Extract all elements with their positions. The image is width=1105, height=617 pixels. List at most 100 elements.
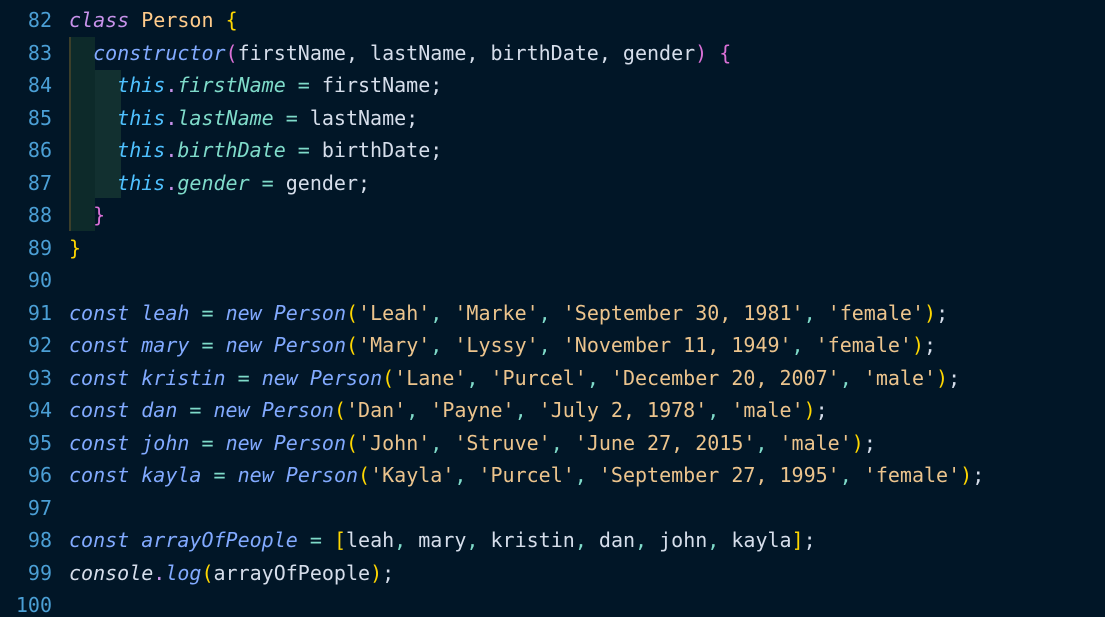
code-token: arrayOfPeople	[141, 528, 298, 552]
code-token: =	[189, 300, 226, 325]
code-token: mary	[141, 333, 190, 357]
code-token: 'Payne'	[430, 398, 515, 422]
code-token: ,	[707, 398, 732, 422]
code-token: new	[261, 365, 298, 390]
code-token: ,	[466, 528, 491, 552]
code-token: this	[117, 105, 166, 130]
code-line[interactable]: 84 this.firstName = firstName;	[0, 69, 1105, 101]
code-token: {	[719, 40, 732, 65]
code-token: [	[333, 528, 346, 552]
code-token: 'female'	[815, 333, 912, 357]
code-line[interactable]: 95 const john = new Person('John', 'Struv…	[0, 427, 1105, 459]
code-text: const mary = new Person('Mary', 'Lyssy',…	[69, 329, 936, 361]
code-token: firstName, lastName, birthDate, gender	[237, 40, 696, 65]
code-token: new	[225, 430, 262, 455]
code-token: 'Lane'	[394, 365, 467, 390]
code-line[interactable]: 82 class Person {	[0, 4, 1105, 36]
code-token: 'John'	[358, 430, 431, 455]
code-line[interactable]: 94 const dan = new Person('Dan', 'Payne',…	[0, 394, 1105, 426]
code-token: .	[153, 560, 166, 585]
code-token: this	[117, 73, 166, 97]
code-token: 'Kayla'	[370, 463, 455, 487]
code-token: 'Dan'	[345, 398, 407, 422]
code-token: leah	[345, 528, 395, 552]
code-token: .	[165, 105, 178, 130]
code-token: )	[960, 463, 973, 487]
code-token: =	[285, 138, 322, 162]
code-line[interactable]: 83 constructor(firstName, lastName, birt…	[0, 37, 1105, 69]
code-token: ,	[839, 463, 864, 487]
code-line[interactable]: 93 const kristin = new Person('Lane', 'Pu…	[0, 362, 1105, 394]
line-number: 97	[27, 495, 52, 520]
code-token: arrayOfPeople	[213, 560, 371, 585]
code-token: (	[345, 300, 359, 325]
code-token: Person	[261, 398, 334, 422]
code-line[interactable]: 91 const leah = new Person('Leah', 'Marke…	[0, 297, 1105, 329]
code-token: const	[69, 398, 130, 422]
code-token: 'June 27, 2015'	[574, 430, 756, 455]
code-token: 'November 11, 1949'	[562, 333, 792, 357]
code-token: )	[911, 333, 925, 357]
code-token: =	[189, 333, 226, 357]
code-token: const	[69, 365, 130, 390]
code-token: }	[93, 203, 106, 227]
code-text: this.lastName = lastName;	[69, 102, 418, 134]
code-line[interactable]: 87 this.gender = gender;	[0, 167, 1105, 199]
code-text: this.gender = gender;	[69, 167, 370, 199]
code-token: 'Leah'	[358, 300, 431, 325]
code-token: 'Purcel'	[478, 463, 575, 487]
code-text: const john = new Person('John', 'Struve'…	[69, 427, 876, 459]
code-line[interactable]: 89}	[0, 232, 1105, 264]
code-token: ,	[514, 398, 539, 422]
code-token: ,	[586, 365, 611, 390]
code-token: console	[69, 560, 154, 585]
code-line[interactable]: 85 this.lastName = lastName;	[0, 102, 1105, 134]
code-token: .	[165, 170, 178, 195]
line-number: 96	[27, 463, 52, 487]
code-token: ,	[430, 333, 455, 357]
code-line[interactable]: 90	[0, 264, 1105, 296]
code-token: const	[69, 300, 130, 325]
code-token: const	[69, 430, 130, 455]
code-token: firstName	[177, 73, 286, 97]
code-text: const arrayOfPeople = [leah, mary, krist…	[69, 524, 816, 556]
code-token: .	[165, 73, 178, 97]
code-token: kayla	[141, 463, 202, 487]
code-text: const leah = new Person('Leah', 'Marke',…	[69, 297, 948, 329]
code-line[interactable]: 88 }	[0, 199, 1105, 231]
code-token: 'female'	[827, 300, 925, 325]
code-editor[interactable]: 82 class Person {83 constructor(firstName…	[0, 0, 1105, 617]
code-token: const	[69, 463, 130, 487]
code-token: 'male'	[863, 365, 937, 390]
line-number: 99	[27, 560, 52, 585]
code-line[interactable]: 96 const kayla = new Person('Kayla', 'Pur…	[0, 459, 1105, 491]
code-token: (	[201, 560, 214, 585]
code-token: dan	[141, 398, 178, 422]
code-text: const kayla = new Person('Kayla', 'Purce…	[69, 459, 984, 491]
code-token: ;	[863, 430, 876, 455]
code-line[interactable]: 98 const arrayOfPeople = [leah, mary, kri…	[0, 524, 1105, 556]
code-token: 'Lyssy'	[454, 333, 539, 357]
code-line[interactable]: 99 console.log(arrayOfPeople);	[0, 557, 1105, 589]
line-number: 84	[27, 73, 52, 97]
code-token: ,	[394, 528, 419, 552]
code-token: gender	[177, 170, 250, 195]
code-text: this.birthDate = birthDate;	[69, 134, 442, 166]
code-token: dan	[598, 528, 636, 552]
code-line[interactable]: 97	[0, 492, 1105, 524]
code-line[interactable]: 100	[0, 589, 1105, 617]
code-text: this.firstName = firstName;	[69, 69, 442, 101]
code-line[interactable]: 92 const mary = new Person('Mary', 'Lyssy…	[0, 329, 1105, 361]
code-token: Person	[309, 365, 383, 390]
code-token: )	[695, 40, 708, 65]
code-token: 'July 2, 1978'	[538, 398, 708, 422]
code-text: const kristin = new Person('Lane', 'Purc…	[69, 362, 960, 394]
code-text: }	[69, 232, 81, 264]
code-line[interactable]: 86 this.birthDate = birthDate;	[0, 134, 1105, 166]
line-number: 100	[15, 593, 52, 617]
